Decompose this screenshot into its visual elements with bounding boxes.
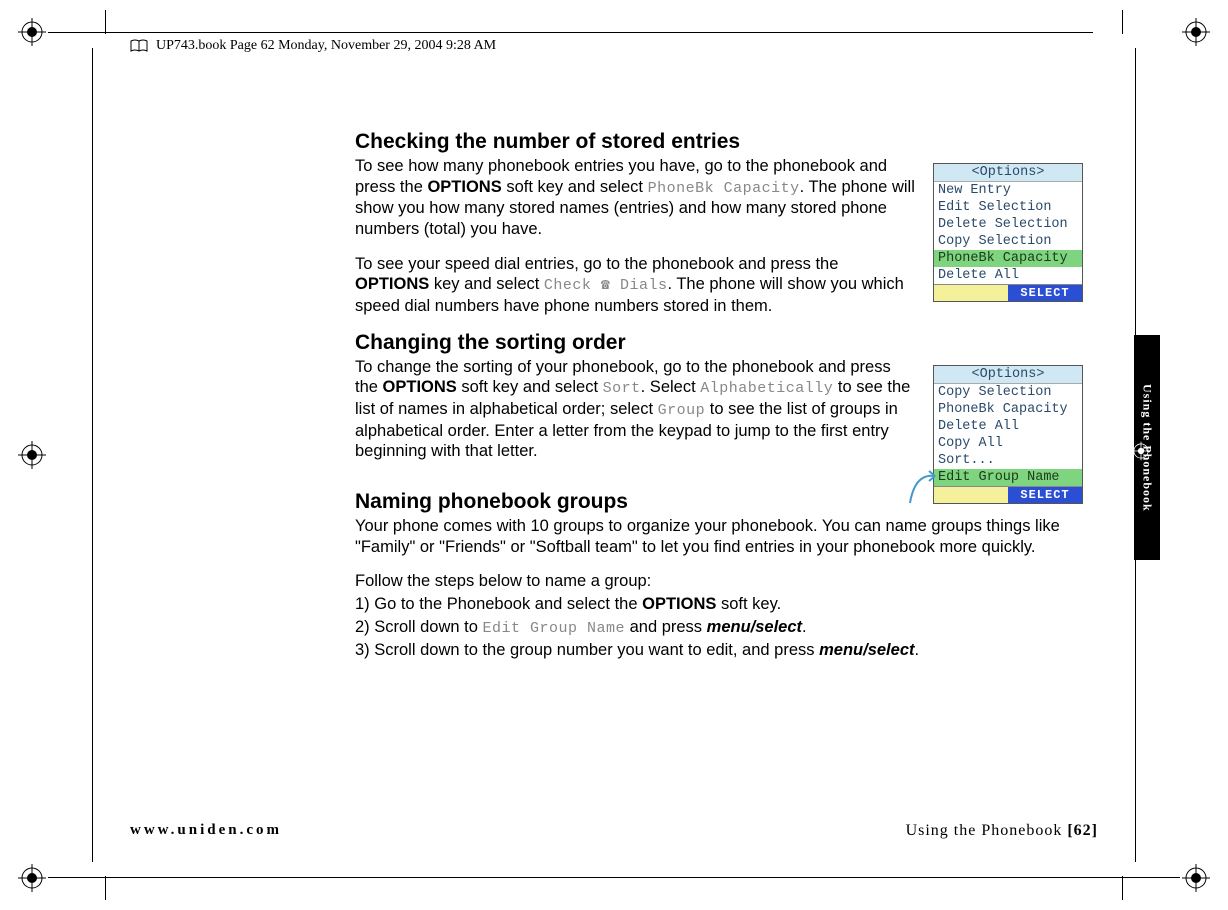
- paragraph: To see how many phonebook entries you ha…: [355, 156, 915, 240]
- registration-mark-icon: [1182, 18, 1210, 46]
- menu-item: Edit Selection: [934, 199, 1082, 216]
- phone-screen-options-1: <Options> New Entry Edit Selection Delet…: [933, 163, 1083, 302]
- menu-item: Delete All: [934, 267, 1082, 284]
- paragraph: Follow the steps below to name a group:: [355, 571, 1080, 592]
- menu-item: Sort...: [934, 452, 1082, 469]
- softkey-bar: SELECT: [934, 486, 1082, 503]
- softkey-left: [934, 285, 1008, 301]
- crop-mark: [48, 32, 1093, 33]
- crop-mark: [1122, 876, 1123, 900]
- header-text: UP743.book Page 62 Monday, November 29, …: [156, 38, 496, 54]
- step-2: 2) Scroll down to Edit Group Name and pr…: [355, 617, 1080, 639]
- menu-item: New Entry: [934, 182, 1082, 199]
- menu-item: Delete Selection: [934, 216, 1082, 233]
- registration-mark-icon: [1130, 440, 1158, 468]
- softkey-right: SELECT: [1008, 285, 1082, 301]
- footer-url: www.uniden.com: [130, 822, 282, 839]
- menu-item-highlighted: PhoneBk Capacity: [934, 250, 1082, 267]
- softkey-bar: SELECT: [934, 284, 1082, 301]
- menu-item: Copy Selection: [934, 233, 1082, 250]
- crop-mark: [105, 10, 106, 34]
- paragraph: Your phone comes with 10 groups to organ…: [355, 516, 1075, 557]
- phone-screen-options-2: <Options> Copy Selection PhoneBk Capacit…: [933, 365, 1083, 504]
- paragraph: To see your speed dial entries, go to th…: [355, 254, 915, 317]
- footer-section: Using the Phonebook [62]: [906, 822, 1098, 840]
- registration-mark-icon: [18, 18, 46, 46]
- menu-item: Delete All: [934, 418, 1082, 435]
- screen-title: <Options>: [934, 366, 1082, 384]
- heading-checking-entries: Checking the number of stored entries: [355, 130, 1080, 154]
- crop-mark: [1122, 10, 1123, 34]
- softkey-left: [934, 487, 1008, 503]
- crop-mark: [105, 876, 106, 900]
- menu-item: Copy All: [934, 435, 1082, 452]
- registration-mark-icon: [18, 441, 46, 469]
- page-header: UP743.book Page 62 Monday, November 29, …: [130, 38, 496, 54]
- crop-mark: [48, 877, 1180, 878]
- softkey-right: SELECT: [1008, 487, 1082, 503]
- step-3: 3) Scroll down to the group number you w…: [355, 640, 1080, 661]
- book-icon: [130, 39, 148, 53]
- registration-mark-icon: [18, 864, 46, 892]
- screen-title: <Options>: [934, 164, 1082, 182]
- menu-item-highlighted: Edit Group Name: [934, 469, 1082, 486]
- registration-mark-icon: [1182, 864, 1210, 892]
- crop-mark: [92, 48, 93, 862]
- menu-item: PhoneBk Capacity: [934, 401, 1082, 418]
- heading-sorting-order: Changing the sorting order: [355, 331, 1080, 355]
- step-1: 1) Go to the Phonebook and select the OP…: [355, 594, 1080, 615]
- paragraph: To change the sorting of your phonebook,…: [355, 357, 915, 462]
- menu-item: Copy Selection: [934, 384, 1082, 401]
